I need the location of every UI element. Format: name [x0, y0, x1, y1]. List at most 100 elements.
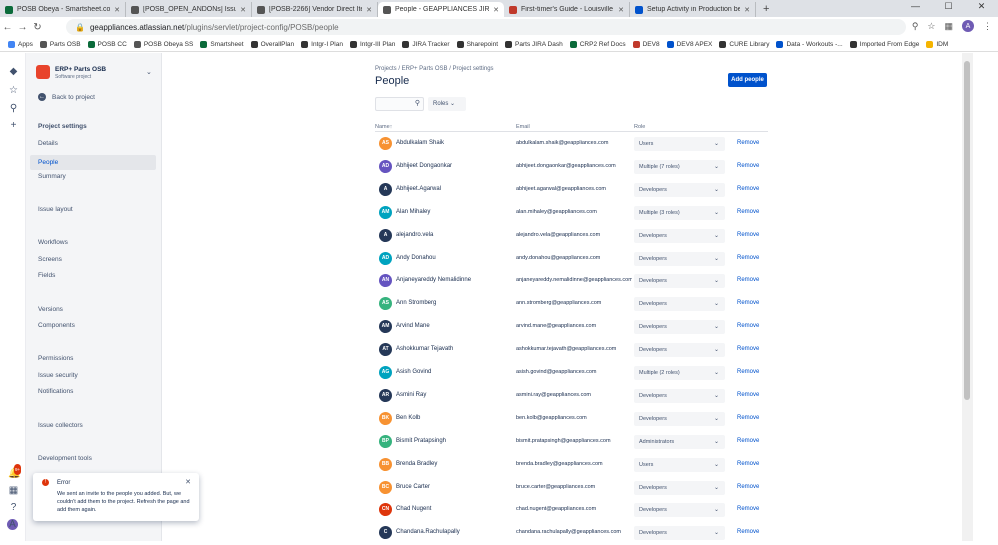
remove-link[interactable]: Remove: [737, 484, 759, 490]
role-select[interactable]: Users ⌄: [634, 137, 725, 151]
back-arrow-icon[interactable]: ←: [0, 22, 15, 33]
remove-link[interactable]: Remove: [737, 232, 759, 238]
remove-link[interactable]: Remove: [737, 506, 759, 512]
breadcrumb[interactable]: Projects / ERP+ Parts OSB / Project sett…: [375, 66, 494, 72]
bookmark-item[interactable]: JIRA Tracker: [402, 40, 450, 48]
bookmark-item[interactable]: Intgr-III Plan: [349, 40, 395, 48]
user-avatar[interactable]: A: [7, 519, 18, 530]
bookmark-item[interactable]: Intgr-I Plan: [301, 40, 343, 48]
browser-tab[interactable]: Setup Activity in Production bef ✕: [630, 2, 756, 17]
bookmark-item[interactable]: Parts OSB: [39, 40, 81, 48]
role-select[interactable]: Developers ⌄: [634, 297, 725, 312]
minimize-icon[interactable]: —: [899, 0, 932, 12]
star-icon[interactable]: ☆: [927, 21, 935, 32]
role-select[interactable]: Multiple (2 roles) ⌄: [634, 366, 725, 380]
sidebar-item-issue-layout[interactable]: Issue layout: [38, 206, 73, 213]
remove-link[interactable]: Remove: [737, 346, 759, 352]
browser-tab[interactable]: [POSB-2266] Vendor Direct Item ✕: [252, 2, 378, 17]
bookmark-item[interactable]: CRP2 Ref Docs: [569, 40, 626, 48]
remove-link[interactable]: Remove: [737, 438, 759, 444]
role-select[interactable]: Developers ⌄: [634, 274, 725, 289]
role-select[interactable]: Developers ⌄: [634, 320, 725, 335]
remove-link[interactable]: Remove: [737, 415, 759, 421]
remove-link[interactable]: Remove: [737, 529, 759, 535]
starred-icon[interactable]: ☆: [8, 85, 19, 96]
sidebar-item-issue-security[interactable]: Issue security: [38, 372, 78, 379]
browser-tab[interactable]: First-timer's Guide - Louisville M ✕: [504, 2, 630, 17]
search-icon[interactable]: ⚲: [912, 21, 919, 32]
remove-link[interactable]: Remove: [737, 186, 759, 192]
notifications-icon[interactable]: 🔔9+: [8, 464, 22, 479]
sidebar-item-issue-collectors[interactable]: Issue collectors: [38, 422, 83, 429]
close-tab-icon[interactable]: ✕: [744, 6, 750, 14]
chevron-down-icon[interactable]: ⌄: [146, 68, 152, 76]
scrollbar-thumb[interactable]: [964, 61, 970, 400]
sidebar-item-workflows[interactable]: Workflows: [38, 239, 68, 246]
close-icon[interactable]: ✕: [185, 478, 191, 486]
role-select[interactable]: Developers ⌄: [634, 343, 725, 358]
sidebar-item-details[interactable]: Details: [38, 140, 58, 147]
remove-link[interactable]: Remove: [737, 392, 759, 398]
role-select[interactable]: Developers ⌄: [634, 503, 725, 518]
url-field[interactable]: 🔒 geappliances.atlassian.net/plugins/ser…: [66, 19, 906, 35]
close-tab-icon[interactable]: ✕: [493, 6, 499, 14]
create-icon[interactable]: +: [8, 120, 19, 131]
role-select[interactable]: Developers ⌄: [634, 480, 725, 495]
browser-tab[interactable]: [POSB_OPEN_ANDONs] Issue na ✕: [126, 2, 252, 17]
new-tab-icon[interactable]: +: [756, 2, 776, 17]
close-tab-icon[interactable]: ✕: [240, 6, 246, 14]
reload-icon[interactable]: ↻: [30, 22, 45, 33]
sidebar-item-fields[interactable]: Fields: [38, 272, 55, 279]
sidebar-item-permissions[interactable]: Permissions: [38, 355, 73, 362]
bookmark-item[interactable]: Apps: [8, 40, 33, 48]
bookmark-item[interactable]: CURE Library: [719, 40, 769, 48]
add-people-button[interactable]: Add people: [728, 73, 767, 87]
forward-arrow-icon[interactable]: →: [15, 22, 30, 33]
remove-link[interactable]: Remove: [737, 461, 759, 467]
bookmark-item[interactable]: OverallPlan: [250, 40, 294, 48]
app-switcher-icon[interactable]: ▦: [8, 485, 19, 496]
help-icon[interactable]: ?: [8, 502, 19, 513]
role-select[interactable]: Developers ⌄: [634, 526, 725, 541]
role-select[interactable]: Developers ⌄: [634, 228, 725, 243]
bookmark-item[interactable]: Parts JIRA Dash: [505, 40, 563, 48]
role-select[interactable]: Developers ⌄: [634, 388, 725, 403]
sidebar-item-people[interactable]: People: [30, 155, 156, 170]
sidebar-item-components[interactable]: Components: [38, 322, 75, 329]
bookmark-item[interactable]: Data - Workouts -...: [776, 40, 843, 48]
bookmark-item[interactable]: POSB Obeya SS: [133, 40, 193, 48]
profile-avatar[interactable]: A: [962, 20, 974, 32]
bookmark-item[interactable]: Smartsheet: [200, 40, 244, 48]
roles-filter[interactable]: Roles ⌄: [428, 97, 466, 111]
remove-link[interactable]: Remove: [737, 163, 759, 169]
search-icon[interactable]: ⚲: [8, 103, 19, 114]
bookmark-item[interactable]: DEV8: [632, 40, 660, 48]
remove-link[interactable]: Remove: [737, 209, 759, 215]
remove-link[interactable]: Remove: [737, 300, 759, 306]
close-tab-icon[interactable]: ✕: [366, 6, 372, 14]
remove-link[interactable]: Remove: [737, 140, 759, 146]
browser-tab[interactable]: People - GEAPPLIANCES JIRA ✕: [378, 2, 504, 17]
project-name[interactable]: ERP+ Parts OSB: [55, 66, 106, 73]
sidebar-item-development-tools[interactable]: Development tools: [38, 455, 92, 462]
remove-link[interactable]: Remove: [737, 255, 759, 261]
close-tab-icon[interactable]: ✕: [618, 6, 624, 14]
bookmark-item[interactable]: Sharepoint: [456, 40, 498, 48]
remove-link[interactable]: Remove: [737, 323, 759, 329]
remove-link[interactable]: Remove: [737, 369, 759, 375]
close-tab-icon[interactable]: ✕: [114, 6, 120, 14]
role-select[interactable]: Developers ⌄: [634, 182, 725, 197]
role-select[interactable]: Developers ⌄: [634, 251, 725, 266]
role-select[interactable]: Multiple (3 roles) ⌄: [634, 205, 725, 220]
bookmark-item[interactable]: IDM: [926, 40, 948, 48]
role-select[interactable]: Users ⌄: [634, 457, 725, 472]
search-input[interactable]: ⚲: [375, 97, 424, 111]
role-select[interactable]: Multiple (7 roles) ⌄: [634, 159, 725, 174]
maximize-icon[interactable]: ☐: [932, 0, 965, 12]
close-window-icon[interactable]: ✕: [965, 0, 998, 12]
sidebar-item-notifications[interactable]: Notifications: [38, 388, 73, 395]
bookmark-item[interactable]: Imported From Edge: [849, 40, 919, 48]
browser-tab[interactable]: POSB Obeya - Smartsheet.com ✕: [0, 2, 126, 17]
jira-logo-icon[interactable]: ◆: [8, 66, 19, 77]
column-header-name[interactable]: Name↑: [375, 124, 392, 130]
